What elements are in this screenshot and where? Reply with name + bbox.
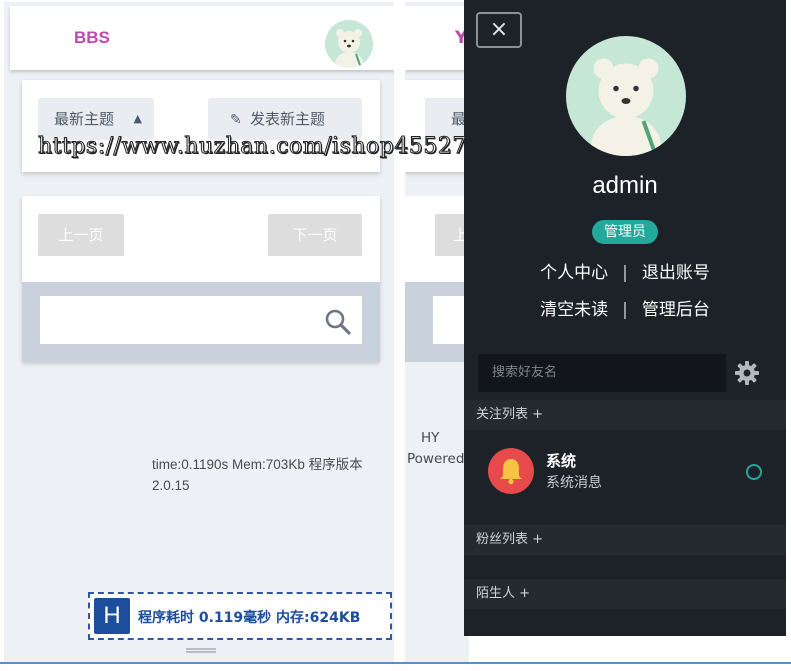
forum-screen-right: Y 最 上 HY Powered — [405, 2, 469, 662]
strangers-list-header[interactable]: 陌生人 + — [464, 579, 786, 609]
search-band — [22, 282, 380, 362]
close-drawer-button[interactable]: × — [476, 12, 522, 48]
forum-screen-left: BBS 最新主题 ▲ ✎ 发表新主题 上一页 下一页 time:0.1190s … — [4, 2, 394, 662]
screenshot-frame: BBS 最新主题 ▲ ✎ 发表新主题 上一页 下一页 time:0.1190s … — [0, 0, 791, 671]
new-post-label: 发表新主题 — [250, 110, 326, 128]
clear-unread-link[interactable]: 清空未读 — [540, 300, 608, 320]
pagination-card-partial: 上 — [405, 196, 469, 282]
pagination-card: 上一页 下一页 — [22, 196, 380, 282]
link-separator: | — [622, 300, 628, 320]
runtime-info: time:0.1190s Mem:703Kb 程序版本 2.0.15 — [152, 457, 363, 493]
contact-message: 系统消息 — [546, 475, 602, 491]
topic-sort-label: 最新主题 — [54, 110, 115, 128]
footer-line-2: Powered — [407, 451, 465, 467]
footer-line-1: HY — [421, 430, 440, 446]
bear-avatar-icon — [335, 29, 363, 68]
drawer-username: admin — [592, 172, 658, 199]
link-separator: | — [622, 263, 628, 283]
follow-list-header[interactable]: 关注列表 + — [464, 400, 786, 430]
performance-stat-text: 程序耗时 0.119毫秒 内存:624KB — [138, 610, 361, 626]
friend-search-input[interactable]: 搜索好友名 — [478, 354, 726, 392]
account-links-row-2: 清空未读 | 管理后台 — [464, 295, 786, 320]
brand-logo[interactable]: BBS — [74, 28, 110, 48]
account-links-row-1: 个人中心 | 退出账号 — [464, 258, 786, 283]
contact-item-system[interactable]: 系统 系统消息 — [464, 436, 786, 510]
user-avatar-button[interactable] — [325, 20, 373, 68]
gear-icon[interactable] — [734, 360, 760, 386]
footer-text-partial: HY Powered — [407, 428, 464, 470]
fans-list-header[interactable]: 粉丝列表 + — [464, 525, 786, 555]
drawer-avatar[interactable] — [566, 36, 686, 156]
performance-stat-box: H 程序耗时 0.119毫秒 内存:624KB — [88, 592, 392, 640]
top-bar-partial: Y — [405, 6, 469, 70]
top-bar: BBS — [10, 6, 394, 70]
search-band-partial — [405, 282, 469, 362]
bottom-divider — [0, 662, 791, 664]
prev-page-button[interactable]: 上一页 — [38, 214, 124, 256]
search-icon[interactable] — [324, 308, 352, 336]
next-page-button[interactable]: 下一页 — [268, 214, 362, 256]
admin-panel-link[interactable]: 管理后台 — [642, 300, 710, 320]
status-circle-icon — [746, 464, 762, 480]
bear-avatar-icon — [591, 58, 661, 156]
stat-logo: H — [94, 598, 130, 634]
role-badge: 管理员 — [592, 220, 658, 244]
contact-name: 系统 — [546, 452, 577, 470]
drag-handle-icon[interactable] — [186, 648, 216, 653]
search-input[interactable] — [40, 296, 362, 344]
close-icon: × — [489, 17, 509, 42]
bell-icon — [488, 448, 534, 494]
friend-search-placeholder: 搜索好友名 — [492, 365, 558, 380]
user-drawer: × admin 管理员 个人中心 | 退出账号 清空未读 | 管理后台 搜索好友名 — [464, 0, 786, 636]
watermark-text: https://www.huzhan.com/ishop45527 — [38, 134, 467, 160]
profile-link[interactable]: 个人中心 — [540, 263, 608, 283]
logout-link[interactable]: 退出账号 — [642, 263, 710, 283]
